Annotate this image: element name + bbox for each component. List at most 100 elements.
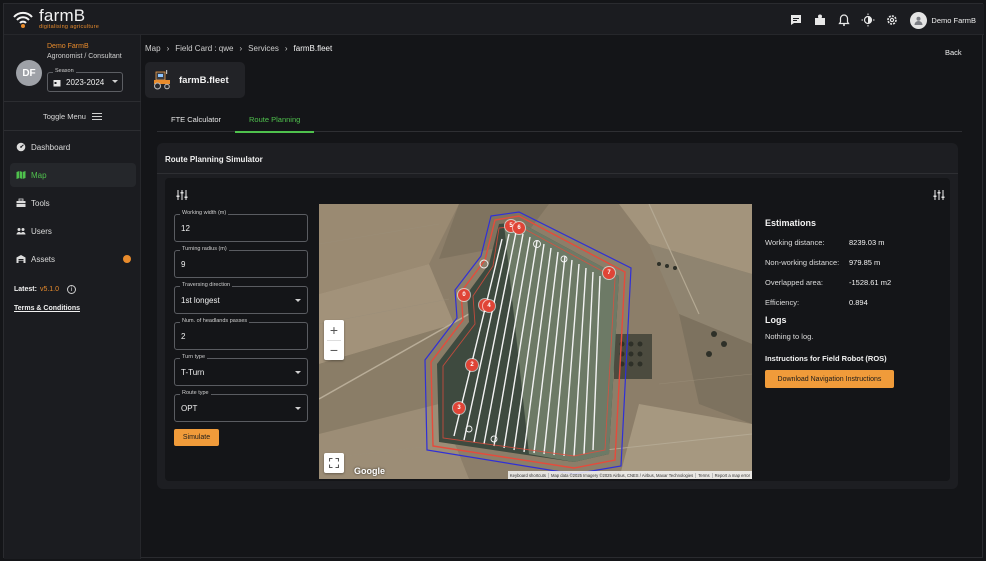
estimation-value: 8239.03 m — [849, 238, 885, 247]
profile-role: Agronomist / Consultant — [47, 53, 122, 60]
chevron-down-icon — [112, 80, 118, 83]
route-marker[interactable]: 0 — [458, 289, 470, 301]
sidebar-item-dashboard[interactable]: Dashboard — [10, 135, 136, 159]
user-menu[interactable]: Demo FarmB — [910, 11, 976, 29]
gear-icon[interactable] — [882, 10, 902, 30]
route-type-select[interactable]: Route type OPT — [174, 390, 308, 422]
estimation-row: Efficiency: 0.894 — [765, 292, 945, 312]
dashboard-icon[interactable] — [810, 10, 830, 30]
estimations-panel: Estimations Working distance: 8239.03 m … — [765, 218, 945, 388]
tab-route-planning[interactable]: Route Planning — [235, 107, 315, 133]
sidebar-item-users[interactable]: Users — [10, 219, 136, 243]
report-error-link[interactable]: Report a map error — [713, 473, 752, 478]
back-button[interactable]: Back — [945, 48, 962, 57]
divider — [157, 173, 958, 174]
chevron-down-icon — [295, 299, 301, 302]
sidebar-item-label: Assets — [31, 254, 56, 264]
tab-fte-calculator[interactable]: FTE Calculator — [157, 107, 235, 132]
field-value: 9 — [181, 260, 186, 269]
hamburger-icon — [91, 113, 102, 120]
season-select[interactable]: Season 2023-2024 — [47, 68, 123, 92]
profile-section: DF Demo FarmB Agronomist / Consultant Se… — [4, 35, 141, 102]
map-icon — [16, 171, 26, 179]
divider — [327, 340, 341, 341]
sidebar-item-tools[interactable]: Tools — [10, 191, 136, 215]
logs-text: Nothing to log. — [765, 332, 814, 341]
field-value: 1st longest — [181, 296, 220, 305]
terms-link[interactable]: Terms & Conditions — [14, 305, 80, 312]
field-value: 2 — [181, 332, 186, 341]
simulate-button[interactable]: Simulate — [174, 429, 219, 446]
field-label: Route type — [180, 390, 211, 396]
turning-radius-field[interactable]: Turning radius (m) 9 — [174, 246, 308, 278]
toolbox-icon — [16, 198, 26, 207]
breadcrumb-field-card[interactable]: Field Card : qwe — [175, 44, 233, 53]
map-data-credit: Map data ©2025 Imagery ©2025 Airbus, CNE… — [549, 472, 697, 478]
sliders-icon[interactable] — [933, 188, 945, 200]
service-title: farmB.fleet — [179, 74, 229, 86]
satellite-map[interactable]: 01234567 + − Google Keyboard shortcuts M… — [319, 204, 752, 479]
breadcrumb-map[interactable]: Map — [145, 44, 161, 53]
version-number: v5.1.0 — [39, 286, 60, 293]
toggle-menu-label: Toggle Menu — [43, 112, 86, 121]
working-width-field[interactable]: Working width (m) 12 — [174, 210, 308, 242]
field-label: Traversing direction — [180, 282, 233, 288]
zoom-in-button[interactable]: + — [324, 320, 344, 340]
chevron-right-icon: › — [166, 44, 170, 53]
route-marker[interactable]: 4 — [483, 300, 495, 312]
theme-icon[interactable] — [858, 10, 878, 30]
sidebar-item-assets[interactable]: Assets — [10, 247, 136, 271]
route-marker[interactable]: 7 — [603, 267, 615, 279]
route-planning-panel: Route Planning Simulator Working width (… — [157, 143, 958, 489]
top-actions: Demo FarmB — [782, 10, 976, 30]
profile-name: Demo FarmB — [47, 43, 89, 50]
gauge-icon — [16, 142, 26, 152]
estimation-label: Overlapped area: — [765, 278, 823, 287]
calendar-icon — [53, 79, 61, 86]
field-label: Turn type — [180, 354, 208, 360]
keyboard-shortcuts-link[interactable]: Keyboard shortcuts — [508, 472, 549, 478]
chevron-down-icon — [295, 371, 301, 374]
season-label: Season — [53, 68, 76, 74]
download-navigation-button[interactable]: Download Navigation Instructions — [765, 370, 894, 388]
estimation-row: Working distance: 8239.03 m — [765, 232, 945, 252]
field-label: Num. of headlands passes — [180, 318, 250, 324]
farmb-logo[interactable]: farmB digitalising agriculture — [12, 7, 99, 31]
estimations-title: Estimations — [765, 218, 817, 228]
turn-type-select[interactable]: Turn type T-Turn — [174, 354, 308, 386]
sliders-icon[interactable] — [176, 188, 188, 200]
route-marker[interactable]: 3 — [453, 402, 465, 414]
headland-passes-field[interactable]: Num. of headlands passes 2 — [174, 318, 308, 350]
sidebar-item-label: Users — [31, 226, 52, 236]
field-value: OPT — [181, 404, 198, 413]
info-icon[interactable]: i — [67, 285, 77, 294]
breadcrumb-services[interactable]: Services — [248, 44, 279, 53]
users-icon — [16, 228, 26, 235]
chevron-right-icon: › — [239, 44, 243, 53]
notification-badge — [123, 255, 131, 263]
fullscreen-button[interactable] — [324, 453, 344, 473]
estimation-value: 0.894 — [849, 298, 868, 307]
traversing-direction-select[interactable]: Traversing direction 1st longest — [174, 282, 308, 314]
robot-tractor-icon — [154, 70, 170, 90]
chat-icon[interactable] — [786, 10, 806, 30]
toggle-menu-button[interactable]: Toggle Menu — [4, 103, 141, 131]
route-marker[interactable]: 6 — [513, 222, 525, 234]
route-form: Working width (m) 12 Turning radius (m) … — [174, 210, 308, 446]
route-marker[interactable]: 2 — [466, 359, 478, 371]
bell-icon[interactable] — [834, 10, 854, 30]
user-avatar-icon — [910, 11, 928, 29]
season-value: 2023-2024 — [66, 78, 105, 87]
field-label: Working width (m) — [180, 210, 229, 216]
warehouse-icon — [16, 255, 26, 263]
estimation-row: Overlapped area: -1528.61 m2 — [765, 272, 945, 292]
logo-tagline: digitalising agriculture — [39, 24, 100, 30]
terms-link[interactable]: Terms — [696, 472, 713, 478]
latest-label: Latest: — [14, 286, 37, 293]
zoom-out-button[interactable]: − — [324, 340, 344, 360]
sidebar-item-label: Tools — [31, 198, 50, 208]
breadcrumb-current: farmB.fleet — [293, 44, 333, 53]
field-label: Turning radius (m) — [180, 246, 229, 252]
google-logo: Google — [354, 466, 385, 476]
sidebar-item-map[interactable]: Map — [10, 163, 136, 187]
